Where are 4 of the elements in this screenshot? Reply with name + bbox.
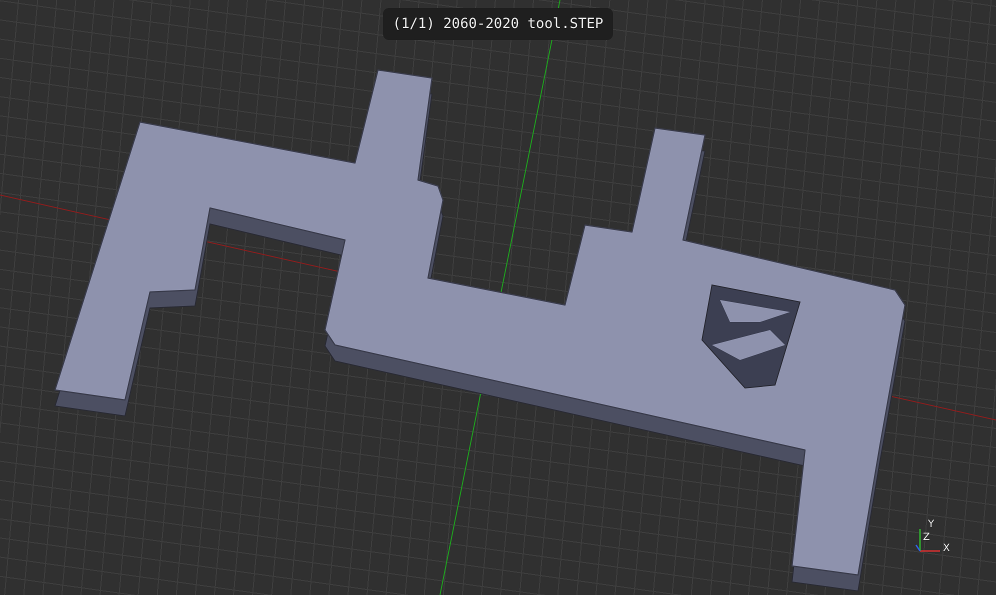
file-title: (1/1) 2060-2020 tool.STEP bbox=[382, 8, 614, 40]
3d-viewport[interactable]: (1/1) 2060-2020 tool.STEP Y Z X bbox=[0, 0, 996, 595]
bracket-model-drawing[interactable] bbox=[54, 69, 906, 592]
axis-triad-drawing: Y Z X bbox=[912, 515, 962, 555]
